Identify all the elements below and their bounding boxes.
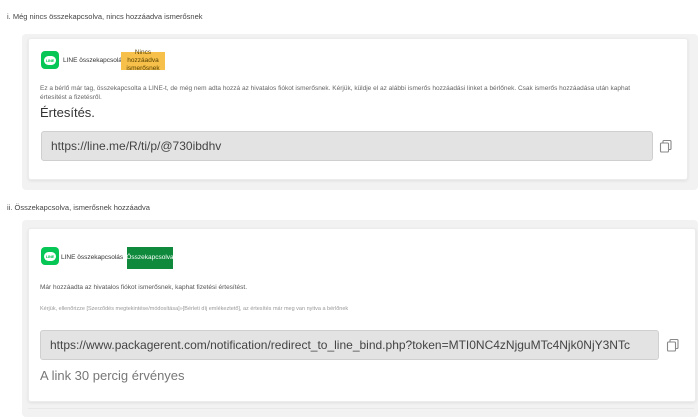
line-app-icon: LINE (41, 51, 59, 69)
not-linked-card: LINE LINE összekapcsolás Nincs hozzáadva… (28, 38, 688, 180)
line-link-label: LINE összekapcsolás (63, 57, 126, 64)
linked-card: LINE LINE összekapcsolás Összekapcsolva … (28, 228, 696, 402)
section-heading-linked: ii. Összekapcsolva, ismerősnek hozzáadva (7, 203, 150, 212)
status-badge-not-added: Nincs hozzáadva ismerősnek (121, 49, 165, 72)
status-badge-linked: Összekapcsolva (126, 247, 174, 269)
line-logo-text: LINE (44, 55, 56, 65)
line-app-icon: LINE (41, 247, 59, 265)
link-expiry-text: A link 30 percig érvényes (40, 368, 185, 383)
instruction-text: Ez a bérlő már tag, összekapcsolta a LIN… (40, 84, 680, 102)
copy-icon[interactable] (666, 338, 680, 352)
copy-icon[interactable] (659, 139, 673, 153)
friend-link-field[interactable]: https://line.me/R/ti/p/@730ibdhv (41, 131, 653, 161)
line-logo-text: LINE (44, 251, 56, 261)
linked-description: Már hozzáadta az hivatalos fiókot ismerő… (40, 284, 248, 291)
line-link-label: LINE összekapcsolás (61, 254, 124, 261)
instruction-line-1: Ez a bérlő már tag, összekapcsolta a LIN… (40, 85, 630, 92)
notice-title: Értesítés. (40, 105, 95, 120)
divider (28, 408, 694, 409)
section-heading-not-linked: i. Még nincs összekapcsolva, nincs hozzá… (7, 12, 203, 21)
reminder-check-note: Kérjük, ellenőrizze [Szerződés megtekint… (40, 306, 349, 312)
instruction-line-2: értesítést a fizetésről. (40, 94, 102, 101)
bind-link-field[interactable]: https://www.packagerent.com/notification… (40, 330, 659, 360)
